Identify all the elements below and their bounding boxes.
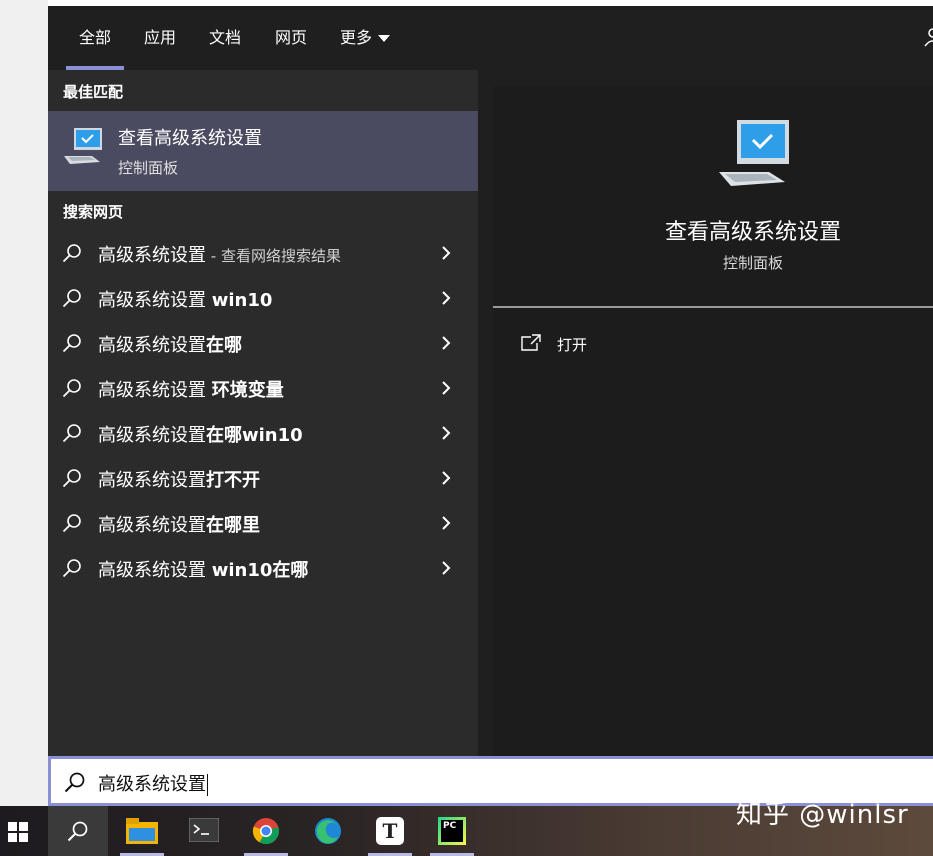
- result-query: 高级系统设置: [98, 290, 212, 311]
- web-result-item[interactable]: 高级系统设置 win10在哪: [48, 546, 478, 591]
- tab-documents[interactable]: 文档: [209, 6, 241, 70]
- best-match-heading: 最佳匹配: [63, 83, 124, 101]
- result-query: 高级系统设置: [98, 560, 212, 581]
- taskbar-terminal[interactable]: [178, 806, 230, 856]
- result-query: 高级系统设置: [98, 515, 206, 536]
- taskbar-typora[interactable]: T: [364, 806, 416, 856]
- web-search-heading: 搜索网页: [63, 203, 124, 221]
- web-result-item[interactable]: 高级系统设置在哪里: [48, 501, 478, 546]
- search-query-text: 高级系统设置: [98, 774, 206, 795]
- web-result-text: 高级系统设置 win10: [98, 286, 272, 312]
- web-result-item[interactable]: 高级系统设置在哪: [48, 321, 478, 366]
- chevron-right-icon: [442, 246, 451, 260]
- web-result-item[interactable]: 高级系统设置 win10: [48, 276, 478, 321]
- system-settings-icon: [64, 128, 102, 164]
- result-completion: 在哪里: [206, 515, 260, 536]
- result-query: 高级系统设置: [98, 335, 206, 356]
- result-query: 高级系统设置: [98, 470, 206, 491]
- web-result-item[interactable]: 高级系统设置 环境变量: [48, 366, 478, 411]
- detail-title: 查看高级系统设置: [664, 220, 841, 245]
- results-list: 最佳匹配 查看高级系统设置 控制面板 搜索网页 高级系统设置 - 查看网络搜索结…: [48, 70, 478, 756]
- chevron-right-icon: [442, 516, 451, 530]
- chevron-right-icon: [442, 561, 451, 575]
- web-result-item[interactable]: 高级系统设置在哪win10: [48, 411, 478, 456]
- tab-web[interactable]: 网页: [275, 6, 307, 70]
- taskbar-file-explorer[interactable]: [116, 806, 168, 856]
- file-explorer-icon: [126, 818, 158, 844]
- result-completion: win10: [211, 290, 273, 311]
- best-match-item[interactable]: 查看高级系统设置 控制面板: [48, 111, 478, 191]
- result-completion: win10在哪: [211, 560, 309, 581]
- edge-icon: [315, 818, 341, 844]
- best-match-title: 查看高级系统设置: [118, 128, 262, 149]
- web-result-text: 高级系统设置 - 查看网络搜索结果: [98, 241, 341, 267]
- terminal-icon: [189, 818, 219, 842]
- chevron-right-icon: [442, 381, 451, 395]
- chevron-right-icon: [442, 426, 451, 440]
- detail-card: 查看高级系统设置 控制面板 打开: [493, 86, 933, 756]
- web-result-text: 高级系统设置打不开: [98, 466, 260, 492]
- result-suffix: - 查看网络搜索结果: [206, 247, 341, 265]
- background-window: [0, 0, 48, 806]
- best-match-subtitle: 控制面板: [118, 159, 179, 177]
- web-result-text: 高级系统设置在哪: [98, 331, 242, 357]
- tab-apps[interactable]: 应用: [144, 6, 176, 70]
- detail-subtitle: 控制面板: [722, 254, 783, 272]
- watermark: 知乎 @winlsr: [736, 800, 909, 830]
- search-icon: [62, 469, 81, 488]
- result-completion: 打不开: [206, 470, 260, 491]
- search-query: 高级系统设置: [98, 770, 208, 796]
- result-completion: 在哪: [206, 335, 242, 356]
- search-icon: [62, 379, 81, 398]
- tab-more[interactable]: 更多: [340, 6, 391, 70]
- taskbar-search-button[interactable]: [48, 806, 108, 856]
- open-label: 打开: [557, 336, 588, 354]
- text-cursor: [207, 774, 208, 796]
- open-button[interactable]: 打开: [521, 330, 641, 360]
- web-result-item[interactable]: 高级系统设置打不开: [48, 456, 478, 501]
- web-result-item[interactable]: 高级系统设置 - 查看网络搜索结果: [48, 231, 478, 276]
- chevron-right-icon: [442, 336, 451, 350]
- result-completion: 环境变量: [211, 380, 284, 401]
- search-icon: [67, 821, 88, 842]
- search-icon: [62, 244, 81, 263]
- result-query: 高级系统设置: [98, 380, 212, 401]
- divider: [493, 306, 933, 308]
- tab-all[interactable]: 全部: [65, 6, 125, 70]
- web-result-text: 高级系统设置 环境变量: [98, 376, 284, 402]
- result-query: 高级系统设置: [98, 245, 206, 266]
- chevron-down-icon: [378, 35, 391, 42]
- windows-start-icon: [8, 822, 28, 842]
- search-icon: [64, 772, 85, 793]
- filter-tabs: 全部 应用 文档 网页 更多: [48, 6, 933, 70]
- chevron-right-icon: [442, 471, 451, 485]
- result-query: 高级系统设置: [98, 425, 206, 446]
- typora-icon: T: [376, 817, 404, 845]
- taskbar-chrome[interactable]: [240, 806, 292, 856]
- taskbar-edge[interactable]: [302, 806, 354, 856]
- search-icon: [62, 559, 81, 578]
- detail-header: 查看高级系统设置 控制面板: [493, 86, 933, 306]
- profile-icon[interactable]: [923, 26, 933, 48]
- taskbar-pycharm[interactable]: PC: [426, 806, 478, 856]
- web-result-text: 高级系统设置在哪里: [98, 511, 260, 537]
- search-icon: [62, 424, 81, 443]
- system-settings-icon: [719, 120, 789, 186]
- pycharm-icon: PC: [438, 817, 466, 845]
- chrome-icon: [252, 818, 279, 845]
- preview-pane: 查看高级系统设置 控制面板 打开: [478, 70, 933, 756]
- search-icon: [62, 514, 81, 533]
- search-panel: 全部 应用 文档 网页 更多 最佳匹配 查看高级系统设置 控制面板 搜索网页 高…: [48, 6, 933, 756]
- tab-more-label: 更多: [340, 28, 373, 47]
- search-icon: [62, 289, 81, 308]
- result-completion: 在哪win10: [206, 425, 303, 446]
- web-result-text: 高级系统设置 win10在哪: [98, 556, 308, 582]
- open-icon: [521, 334, 541, 351]
- web-result-text: 高级系统设置在哪win10: [98, 421, 303, 447]
- chevron-right-icon: [442, 291, 451, 305]
- start-button[interactable]: [0, 806, 40, 856]
- search-icon: [62, 334, 81, 353]
